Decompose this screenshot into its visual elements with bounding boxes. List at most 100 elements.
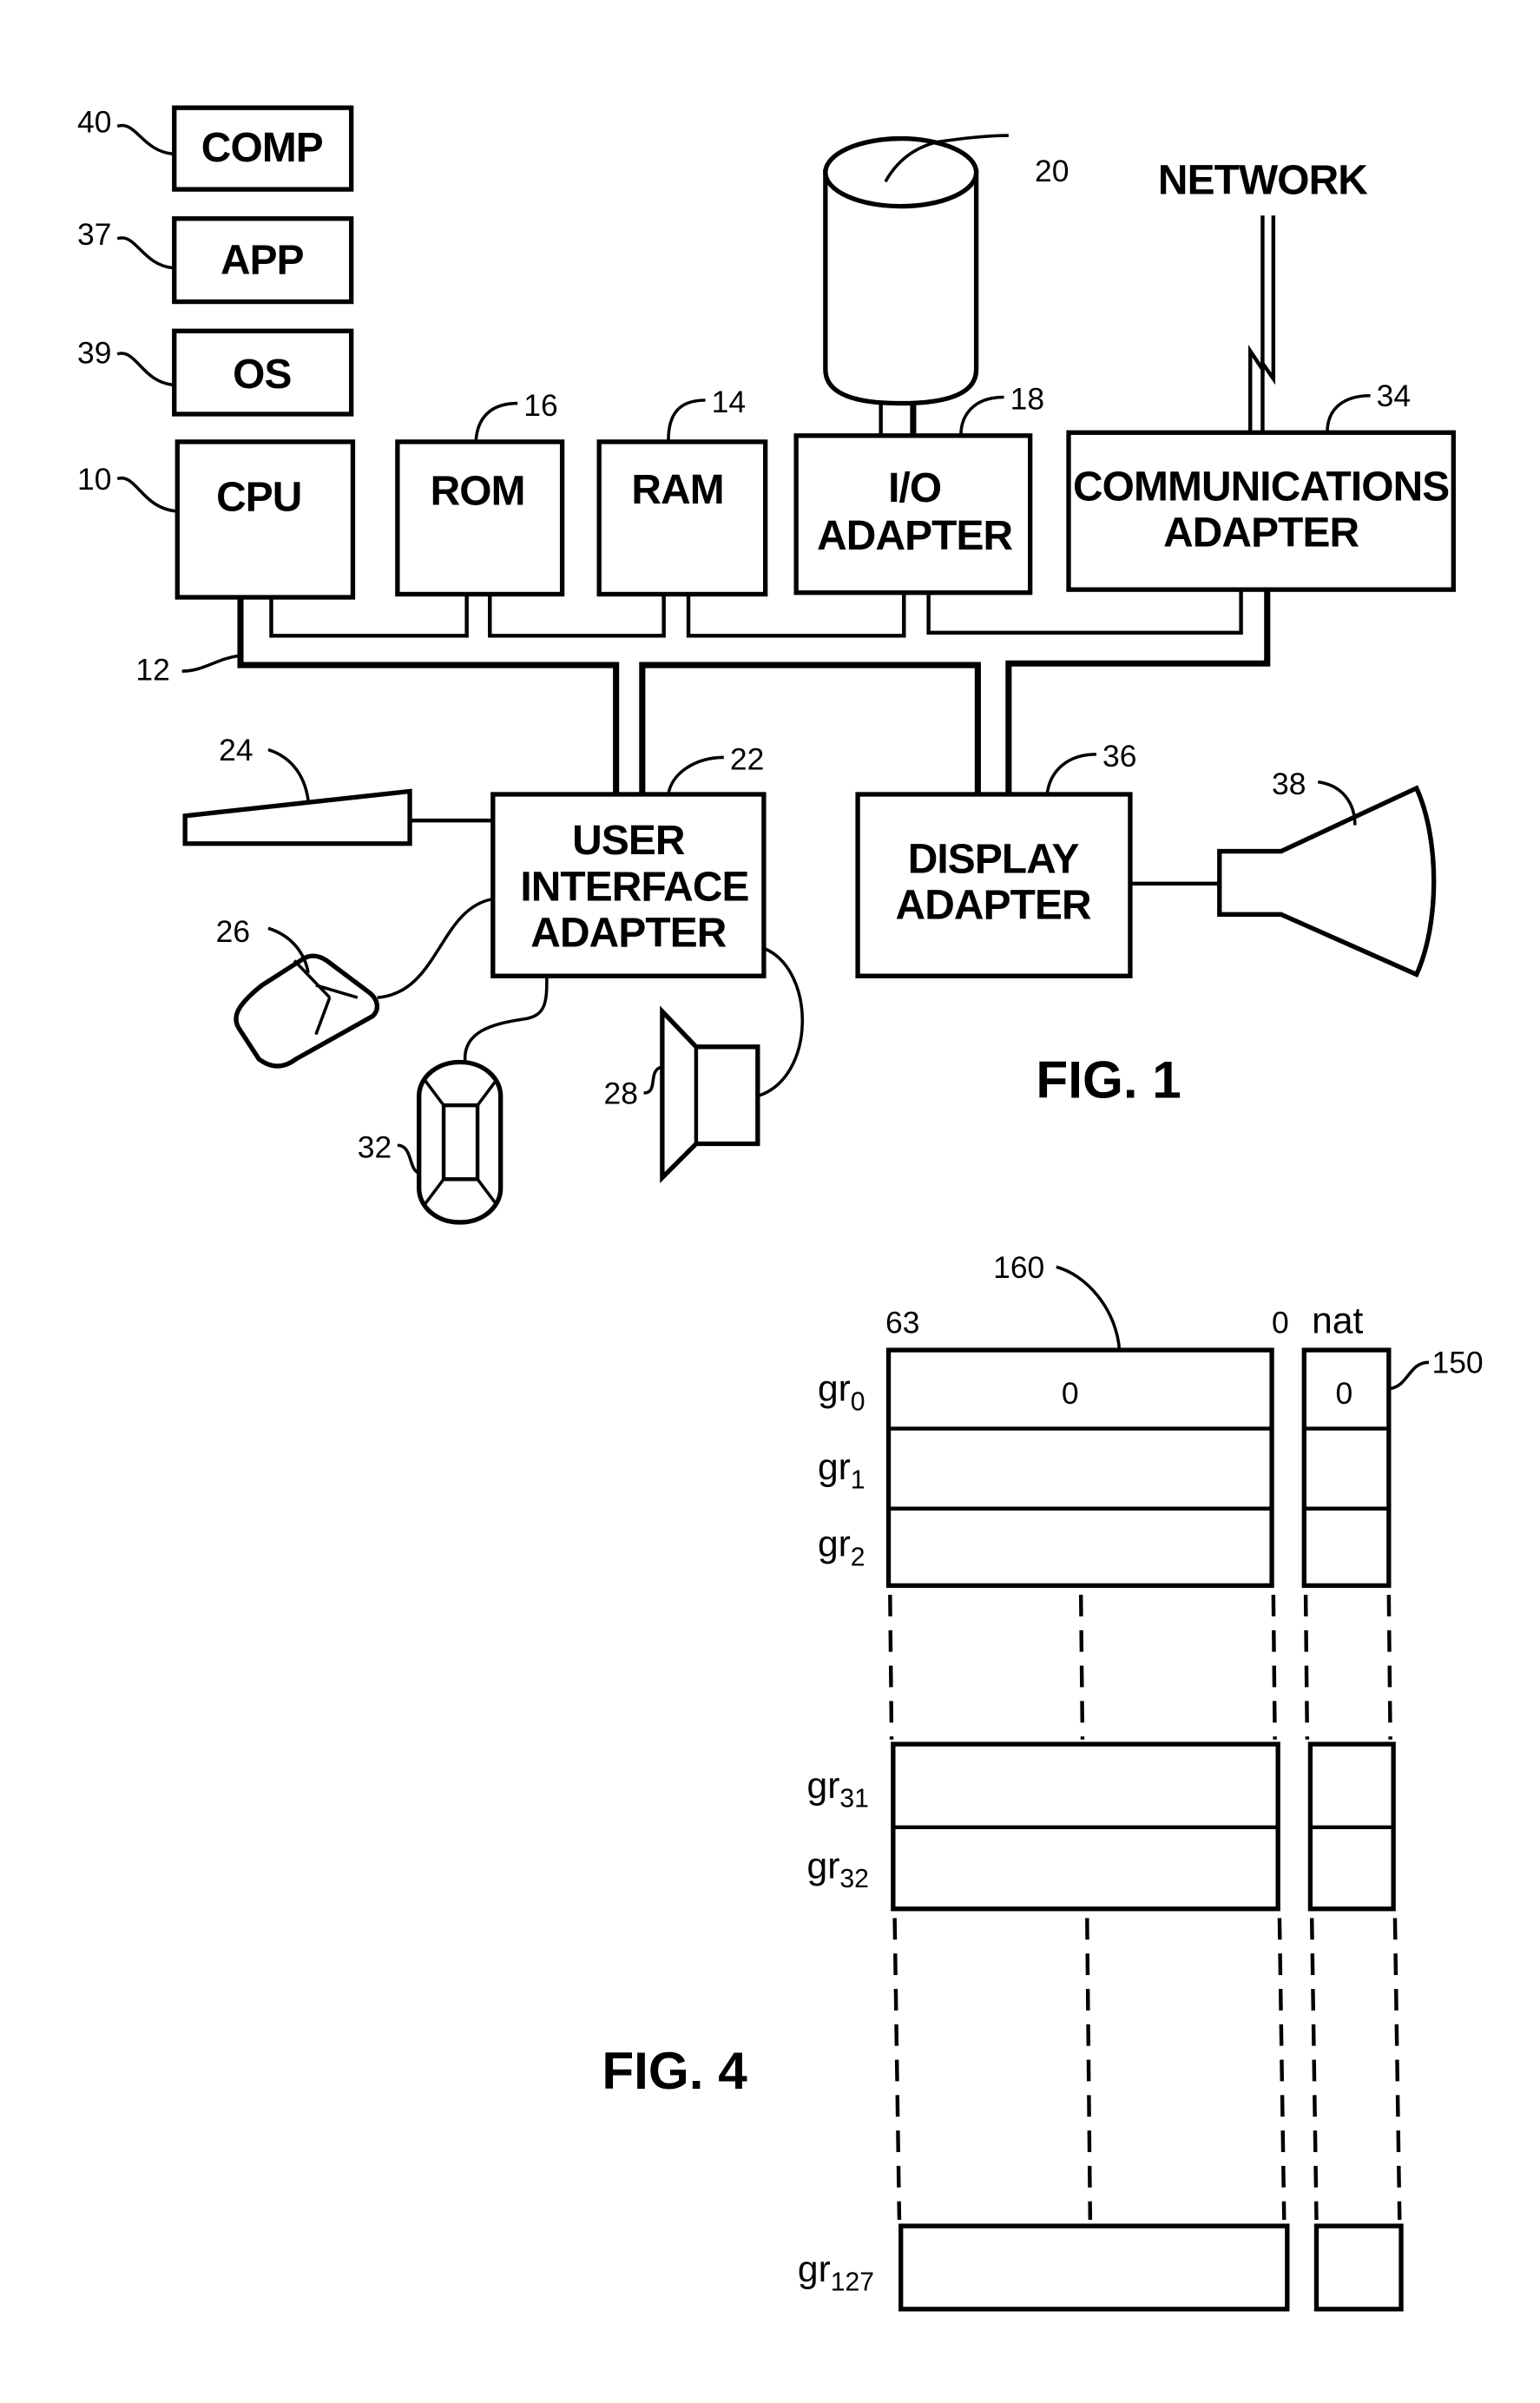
ram-ref: 14	[712, 385, 746, 419]
rom-label: ROM	[431, 469, 525, 515]
display-adapter-label-line1: DISPLAY	[908, 836, 1080, 882]
ram-leader-line	[667, 398, 706, 441]
display-adapter-block: DISPLAY ADAPTER 36	[855, 739, 1136, 978]
os-ref: 39	[77, 335, 111, 370]
register-group-low: gr0 0 0 gr1 gr2	[818, 1347, 1392, 1589]
dashed-line	[1085, 1918, 1093, 2221]
os-leader-line	[116, 352, 174, 387]
dashed-line	[888, 1595, 894, 1740]
mouse-cable	[377, 897, 494, 999]
register-row-gr2: gr2	[818, 1524, 865, 1572]
io-adapter-label-line2: ADAPTER	[817, 513, 1012, 559]
comp-label: COMP	[201, 125, 323, 171]
keyboard: 24	[182, 733, 493, 846]
ui-adapter-label-line2: INTERFACE	[520, 864, 748, 910]
rom-block: ROM 16	[395, 388, 565, 597]
os-label: OS	[233, 352, 291, 398]
bit-low-label: 0	[1272, 1306, 1289, 1340]
keyboard-leader-line	[267, 747, 310, 801]
bus-ref: 12	[135, 653, 169, 688]
monitor: 38	[1129, 767, 1437, 978]
fig1-caption: FIG. 1	[1036, 1050, 1181, 1109]
display-adapter-ref: 36	[1102, 739, 1136, 774]
app-ref: 37	[77, 217, 111, 252]
comp-ref: 40	[77, 104, 111, 139]
ram-block: RAM 14	[596, 385, 768, 597]
ui-adapter-block: USER INTERFACE ADAPTER 22	[490, 742, 767, 978]
register-file-leader-line	[1056, 1265, 1122, 1351]
monitor-ref: 38	[1272, 767, 1306, 801]
register-group-high: gr127	[798, 2223, 1404, 2312]
joystick-leader-line	[397, 1143, 420, 1175]
register-block-low	[885, 1347, 1274, 1589]
comm-adapter-leader-line	[1326, 393, 1371, 433]
ui-adapter-label-line1: USER	[572, 818, 685, 864]
bus-outer-seg-right	[1005, 589, 1271, 794]
dashed-line	[892, 1918, 902, 2221]
io-adapter-ref: 18	[1010, 382, 1044, 417]
register-name: gr31	[807, 1765, 869, 1814]
dashed-line	[1277, 1918, 1287, 2221]
app-label: APP	[220, 238, 304, 284]
dashed-line	[1386, 1595, 1392, 1740]
cpu-leader-line	[116, 476, 176, 513]
cpu-block: CPU 10	[77, 439, 356, 600]
comp-block: COMP 40	[77, 104, 354, 192]
ui-adapter-label-line3: ADAPTER	[530, 911, 726, 957]
cpu-ref: 10	[77, 462, 111, 497]
register-group-mid: gr31 gr32	[807, 1741, 1396, 1912]
dashed-line	[1303, 1595, 1310, 1740]
rom-box	[395, 439, 565, 597]
register-file-ref: 160	[993, 1250, 1044, 1285]
dashed-line	[1392, 1918, 1402, 2221]
mouse-ref: 26	[216, 914, 250, 949]
ui-adapter-ref: 22	[730, 742, 764, 777]
bus-inner-seg-cpu-rom	[269, 594, 469, 638]
register-name: gr1	[818, 1446, 865, 1495]
ram-box	[596, 439, 768, 597]
bus-outer-seg-left	[237, 597, 620, 794]
system-bus: 12	[135, 589, 1271, 794]
display-adapter-label-line2: ADAPTER	[896, 883, 1091, 929]
io-adapter-block: I/O ADAPTER 18	[793, 382, 1044, 596]
fig4: 63 0 nat 160 150 gr0 0 0 gr1 gr2 gr31 gr…	[602, 1250, 1484, 2312]
register-row-gr32: gr32	[807, 1845, 869, 1893]
register-row-gr1: gr1	[818, 1446, 865, 1495]
register-row-gr31: gr31	[807, 1765, 869, 1814]
ellipsis-continuation-2	[892, 1918, 1402, 2221]
nat-block-high	[1313, 2223, 1404, 2312]
nat-leader-line	[1390, 1360, 1430, 1391]
comp-leader-line	[116, 123, 174, 156]
joystick: 32	[358, 976, 549, 1225]
register-row-gr127: gr127	[798, 2248, 874, 2297]
rom-ref: 16	[523, 388, 557, 423]
joystick-cable	[464, 976, 549, 1063]
mouse: 26	[216, 897, 494, 1069]
figures-canvas: COMP 40 APP 37 OS 39 CPU 10 ROM 16 RAM 1…	[77, 104, 1484, 2312]
ram-label: RAM	[631, 467, 723, 513]
comm-adapter-label-line2: ADAPTER	[1163, 510, 1359, 556]
bit-high-label: 63	[885, 1306, 919, 1340]
patent-drawing-sheet: COMP 40 APP 37 OS 39 CPU 10 ROM 16 RAM 1…	[0, 0, 1540, 2403]
register-name: gr32	[807, 1845, 869, 1893]
comm-adapter-label-line1: COMMUNICATIONS	[1073, 464, 1449, 510]
ellipsis-continuation-1	[888, 1595, 1392, 1740]
keyboard-icon	[182, 788, 412, 846]
ui-adapter-leader-line	[667, 755, 724, 795]
dashed-line	[1309, 1918, 1319, 2221]
app-block: APP 37	[77, 216, 354, 305]
register-name: gr127	[798, 2248, 874, 2297]
rom-leader-line	[474, 401, 518, 441]
register-block-high	[898, 2223, 1290, 2312]
io-adapter-leader-line	[959, 395, 1004, 436]
speaker-ref: 28	[603, 1076, 637, 1110]
disk-ref: 20	[1035, 154, 1069, 188]
register-name: gr2	[818, 1524, 865, 1572]
speaker-leader-line	[643, 1065, 663, 1095]
bus-inner-seg-io-comm	[926, 589, 1243, 635]
speaker-icon	[660, 1005, 760, 1183]
bus-inner-seg-ram-io	[686, 592, 906, 638]
network-label: NETWORK	[1158, 157, 1368, 203]
cpu-label: CPU	[216, 475, 301, 521]
fig4-caption: FIG. 4	[602, 2041, 747, 2100]
